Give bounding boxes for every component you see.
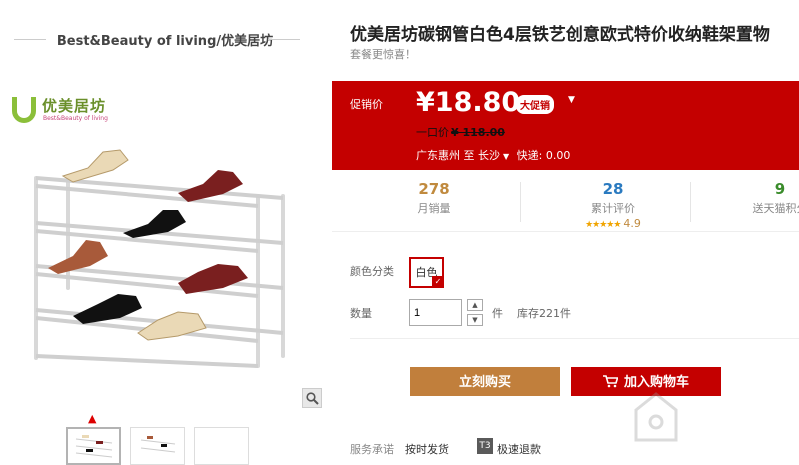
star-rating: ★★★★★ bbox=[585, 220, 621, 230]
shipping-fee: 快递: 0.00 bbox=[516, 149, 571, 162]
buy-now-button[interactable]: 立刻购买 bbox=[410, 367, 560, 396]
service-label: 服务承诺 bbox=[350, 443, 394, 456]
promo-badge: 大促销 bbox=[516, 95, 554, 114]
logo-subtitle: Best&Beauty of living bbox=[43, 115, 108, 122]
ship-to-word: 至 bbox=[463, 149, 475, 162]
title-divider bbox=[14, 39, 46, 40]
product-image[interactable] bbox=[28, 138, 293, 378]
ship-to-select[interactable]: 长沙 bbox=[478, 149, 500, 162]
t3-badge-icon: T3 bbox=[477, 438, 493, 454]
current-price: ¥18.80 bbox=[416, 87, 521, 118]
stat-points: 9 送天猫积分 bbox=[745, 180, 799, 216]
stock-count: 库存221件 bbox=[517, 307, 571, 320]
original-price-label: 一口价 bbox=[416, 126, 449, 139]
stat-reviews[interactable]: 28 累计评价 ★★★★★ 4.9 bbox=[568, 180, 658, 230]
caret-up-icon[interactable]: ▲ bbox=[88, 412, 96, 425]
stat-divider bbox=[690, 182, 691, 222]
stat-label: 送天猫积分 bbox=[752, 202, 799, 215]
zoom-icon[interactable] bbox=[302, 388, 322, 408]
stat-label: 月销量 bbox=[417, 202, 451, 215]
service-ontime: 按时发货 bbox=[405, 443, 449, 456]
stat-monthly-sales: 278 月销量 bbox=[404, 180, 464, 216]
product-subtitle: 套餐更惊喜！ bbox=[350, 48, 416, 61]
quantity-label: 数量 bbox=[350, 307, 372, 320]
gallery-panel: Best&Beauty of living/优美居坊 优美居坊 Best&Bea… bbox=[0, 0, 330, 465]
stat-label: 累计评价 bbox=[591, 202, 635, 215]
quantity-unit: 件 bbox=[492, 307, 503, 320]
rating-value: 4.9 bbox=[623, 217, 641, 230]
stat-number: 9 bbox=[774, 180, 786, 198]
stat-number: 28 bbox=[602, 180, 624, 198]
original-price: 一口价 ¥ 118.00 bbox=[416, 124, 505, 140]
stat-number: 278 bbox=[418, 180, 450, 198]
watermark-logo bbox=[634, 392, 678, 442]
ship-from: 广东惠州 bbox=[416, 149, 460, 162]
thumbnail[interactable] bbox=[130, 427, 185, 465]
logo-mark bbox=[12, 97, 36, 123]
section-divider bbox=[350, 338, 799, 339]
brand-logo: 优美居坊 Best&Beauty of living bbox=[12, 95, 122, 129]
logo-name: 优美居坊 bbox=[42, 97, 107, 115]
product-title: 优美居坊碳钢管白色4层铁艺创意欧式特价收纳鞋架置物 bbox=[350, 25, 770, 45]
price-label: 促销价 bbox=[350, 98, 383, 111]
color-option-white[interactable]: 白色 ✓ bbox=[409, 257, 444, 288]
chevron-down-icon[interactable]: ▼ bbox=[503, 152, 509, 161]
thumbnail[interactable] bbox=[194, 427, 249, 465]
shipping-info: 广东惠州 至 长沙 ▼ 快递: 0.00 bbox=[416, 147, 570, 163]
title-divider bbox=[268, 39, 300, 40]
check-icon: ✓ bbox=[432, 276, 444, 288]
store-title: Best&Beauty of living/优美居坊 bbox=[0, 30, 330, 49]
original-price-value: ¥ 118.00 bbox=[451, 126, 505, 139]
chevron-down-icon[interactable]: ▼ bbox=[568, 95, 575, 105]
quantity-increase-button[interactable]: ▲ bbox=[467, 299, 483, 311]
store-title-text: Best&Beauty of living/优美居坊 bbox=[56, 34, 274, 49]
stats-bar: 278 月销量 28 累计评价 ★★★★★4.9 9 送天猫积分 bbox=[332, 172, 799, 232]
price-panel: 促销价 ¥18.80 大促销 ▼ 一口价 ¥ 118.00 广东惠州 至 长沙 ▼ … bbox=[332, 81, 799, 170]
stat-divider bbox=[520, 182, 521, 222]
quantity-decrease-button[interactable]: ▼ bbox=[467, 314, 483, 326]
color-label: 颜色分类 bbox=[350, 265, 394, 278]
thumbnail[interactable] bbox=[66, 427, 121, 465]
service-refund: 极速退款 bbox=[497, 443, 541, 456]
quantity-input[interactable] bbox=[409, 299, 462, 326]
